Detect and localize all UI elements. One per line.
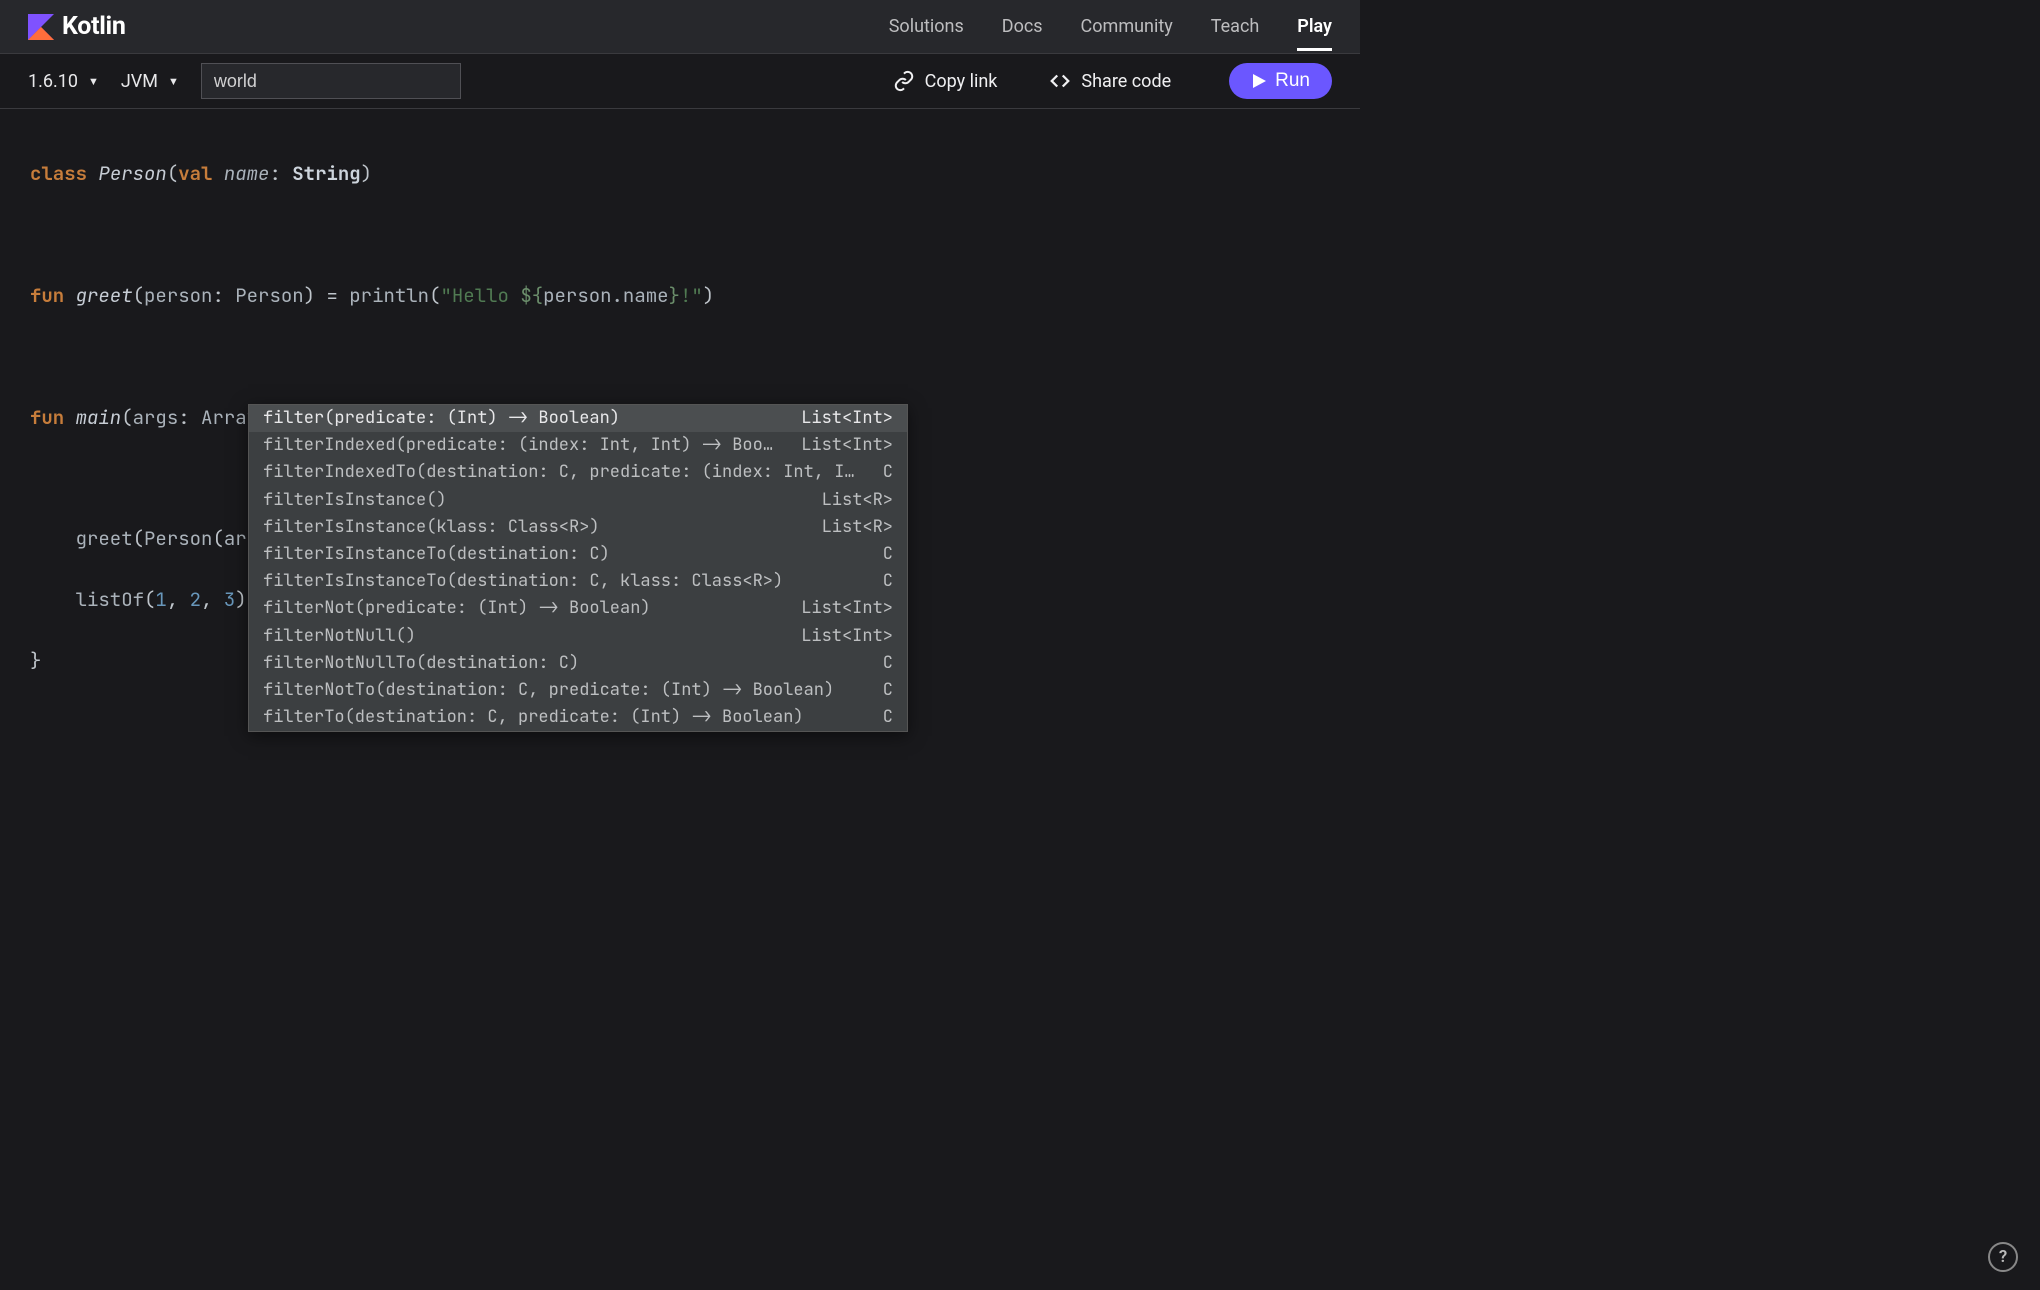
autocomplete-item[interactable]: filterIndexed(predicate: (index: Int, In… bbox=[249, 432, 907, 459]
caret-down-icon: ▼ bbox=[88, 75, 99, 88]
autocomplete-signature: filterNotNullTo(destination: C) bbox=[263, 650, 579, 677]
autocomplete-return-type: C bbox=[883, 650, 893, 677]
code-line bbox=[30, 342, 1330, 372]
autocomplete-item[interactable]: filterIsInstanceTo(destination: C, klass… bbox=[249, 568, 907, 595]
playground-toolbar: 1.6.10 ▼ JVM ▼ Copy link Share code Run bbox=[0, 54, 1360, 109]
main-header: Kotlin Solutions Docs Community Teach Pl… bbox=[0, 0, 1360, 54]
target-dropdown[interactable]: JVM ▼ bbox=[121, 71, 179, 92]
autocomplete-signature: filterIsInstanceTo(destination: C) bbox=[263, 541, 610, 568]
copy-link-button[interactable]: Copy link bbox=[893, 70, 998, 92]
nav-community[interactable]: Community bbox=[1081, 2, 1173, 51]
version-value: 1.6.10 bbox=[28, 71, 78, 92]
top-nav: Solutions Docs Community Teach Play bbox=[889, 2, 1332, 51]
autocomplete-return-type: C bbox=[883, 541, 893, 568]
nav-docs[interactable]: Docs bbox=[1002, 2, 1043, 51]
autocomplete-return-type: C bbox=[883, 704, 893, 731]
autocomplete-signature: filterTo(destination: C, predicate: (Int… bbox=[263, 704, 804, 731]
autocomplete-return-type: C bbox=[883, 568, 893, 595]
nav-solutions[interactable]: Solutions bbox=[889, 2, 964, 51]
autocomplete-item[interactable]: filter(predicate: (Int) -> Boolean) List<… bbox=[249, 405, 907, 432]
play-icon bbox=[1251, 73, 1267, 89]
code-icon bbox=[1049, 70, 1071, 92]
program-args-input[interactable] bbox=[201, 63, 461, 99]
autocomplete-return-type: C bbox=[883, 677, 893, 704]
nav-teach[interactable]: Teach bbox=[1211, 2, 1260, 51]
code-line: class Person(val name: String) bbox=[30, 159, 1330, 189]
autocomplete-signature: filterIsInstanceTo(destination: C, klass… bbox=[263, 568, 783, 595]
autocomplete-signature: filterNot(predicate: (Int) -> Boolean) bbox=[263, 595, 651, 622]
autocomplete-return-type: C bbox=[883, 459, 893, 486]
brand-name: Kotlin bbox=[62, 12, 126, 41]
version-dropdown[interactable]: 1.6.10 ▼ bbox=[28, 71, 99, 92]
help-button[interactable]: ? bbox=[1988, 1242, 2018, 1272]
autocomplete-return-type: List<R> bbox=[822, 487, 893, 514]
code-line bbox=[30, 220, 1330, 250]
autocomplete-item[interactable]: filterTo(destination: C, predicate: (Int… bbox=[249, 704, 907, 731]
run-button[interactable]: Run bbox=[1229, 63, 1332, 99]
nav-play[interactable]: Play bbox=[1297, 2, 1332, 51]
autocomplete-signature: filterNotNull() bbox=[263, 623, 416, 650]
run-label: Run bbox=[1275, 70, 1310, 92]
autocomplete-item[interactable]: filterIsInstance() List<R> bbox=[249, 487, 907, 514]
code-line: fun greet(person: Person) = println("Hel… bbox=[30, 281, 1330, 311]
autocomplete-item[interactable]: filterIsInstance(klass: Class<R>) List<R> bbox=[249, 514, 907, 541]
autocomplete-item[interactable]: filterNotNull() List<Int> bbox=[249, 623, 907, 650]
autocomplete-signature: filterNotTo(destination: C, predicate: (… bbox=[263, 677, 834, 704]
autocomplete-signature: filterIsInstance() bbox=[263, 487, 447, 514]
autocomplete-popup: filter(predicate: (Int) -> Boolean) List<… bbox=[248, 404, 908, 732]
caret-down-icon: ▼ bbox=[168, 75, 179, 88]
copy-link-label: Copy link bbox=[925, 71, 998, 92]
autocomplete-return-type: List<Int> bbox=[801, 432, 893, 459]
autocomplete-return-type: List<Int> bbox=[801, 595, 893, 622]
kotlin-logo-icon bbox=[28, 14, 54, 40]
share-code-label: Share code bbox=[1081, 71, 1171, 92]
autocomplete-signature: filterIndexed(predicate: (index: Int, In… bbox=[263, 432, 781, 459]
code-editor[interactable]: class Person(val name: String) fun greet… bbox=[0, 109, 1360, 818]
autocomplete-item[interactable]: filterNotNullTo(destination: C) C bbox=[249, 650, 907, 677]
autocomplete-item[interactable]: filterNotTo(destination: C, predicate: (… bbox=[249, 677, 907, 704]
brand-logo[interactable]: Kotlin bbox=[28, 12, 126, 41]
autocomplete-return-type: List<Int> bbox=[801, 623, 893, 650]
autocomplete-item[interactable]: filterIsInstanceTo(destination: C) C bbox=[249, 541, 907, 568]
autocomplete-return-type: List<R> bbox=[822, 514, 893, 541]
autocomplete-item[interactable]: filterNot(predicate: (Int) -> Boolean) Li… bbox=[249, 595, 907, 622]
link-icon bbox=[893, 70, 915, 92]
autocomplete-signature: filter(predicate: (Int) -> Boolean) bbox=[263, 405, 620, 432]
autocomplete-item[interactable]: filterIndexedTo(destination: C, predicat… bbox=[249, 459, 907, 486]
target-value: JVM bbox=[121, 71, 158, 92]
autocomplete-signature: filterIndexedTo(destination: C, predicat… bbox=[263, 459, 863, 486]
autocomplete-signature: filterIsInstance(klass: Class<R>) bbox=[263, 514, 600, 541]
share-code-button[interactable]: Share code bbox=[1049, 70, 1171, 92]
autocomplete-return-type: List<Int> bbox=[801, 405, 893, 432]
